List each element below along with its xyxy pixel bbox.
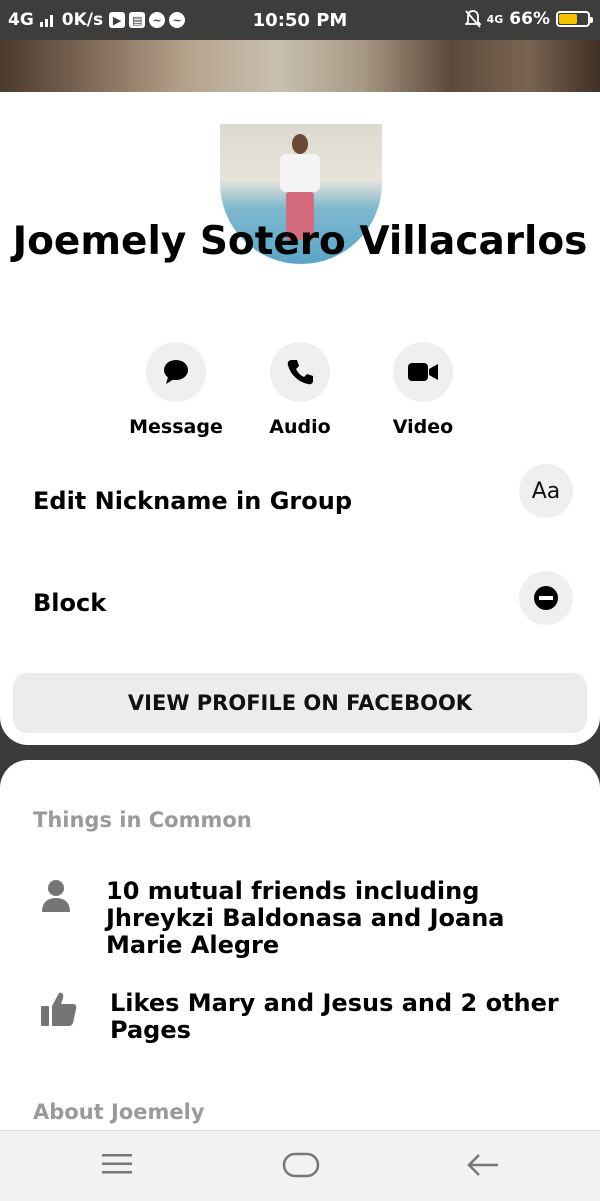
video-call-button[interactable]: Video [363, 342, 483, 438]
phone-icon[interactable] [270, 342, 330, 402]
audio-call-button[interactable]: Audio [240, 342, 360, 438]
home-icon[interactable] [282, 1151, 320, 1183]
profile-name: Joemely Sotero Villacarlos [12, 219, 588, 264]
notifications-off-icon [464, 10, 481, 28]
thumbs-up-icon [40, 990, 77, 1030]
chat-bubble-icon[interactable] [146, 342, 206, 402]
about-title: About Joemely [33, 1100, 205, 1124]
mutual-friends-item[interactable]: 10 mutual friends including Jhreykzi Bal… [40, 878, 570, 959]
nickname-font-button[interactable]: Aa [519, 464, 573, 518]
video-label: Video [392, 416, 454, 438]
status-bar: 4G 0K/s ▶ ▤ ~ ~ 10:50 PM 4G 66% [0, 0, 600, 40]
edit-nickname-row[interactable]: Edit Nickname in Group Aa [33, 464, 573, 518]
menu-icon[interactable] [100, 1151, 134, 1181]
things-in-common-title: Things in Common [33, 808, 252, 832]
audio-label: Audio [269, 416, 331, 438]
person-icon [40, 878, 76, 918]
status-right: 4G 66% [464, 9, 593, 29]
block-icon[interactable] [519, 571, 573, 625]
mutual-friends-text: 10 mutual friends including Jhreykzi Bal… [106, 877, 505, 959]
message-button[interactable]: Message [116, 342, 236, 438]
video-camera-icon[interactable] [393, 342, 453, 402]
profile-card: Joemely Sotero Villacarlos Message Audio… [0, 92, 600, 745]
network-type-right: 4G [486, 12, 504, 26]
view-profile-button[interactable]: VIEW PROFILE ON FACEBOOK [13, 673, 587, 733]
message-label: Message [129, 416, 223, 438]
block-row[interactable]: Block [33, 571, 573, 625]
system-nav-bar [0, 1130, 600, 1201]
battery-percent: 66% [509, 9, 550, 29]
edit-nickname-label: Edit Nickname in Group [33, 487, 353, 515]
cover-photo [0, 40, 600, 92]
back-icon[interactable] [465, 1151, 501, 1183]
battery-icon [556, 11, 593, 27]
block-label: Block [33, 589, 107, 617]
liked-pages-text: Likes Mary and Jesus and 2 other Pages [110, 989, 559, 1044]
liked-pages-item[interactable]: Likes Mary and Jesus and 2 other Pages [40, 990, 570, 1044]
